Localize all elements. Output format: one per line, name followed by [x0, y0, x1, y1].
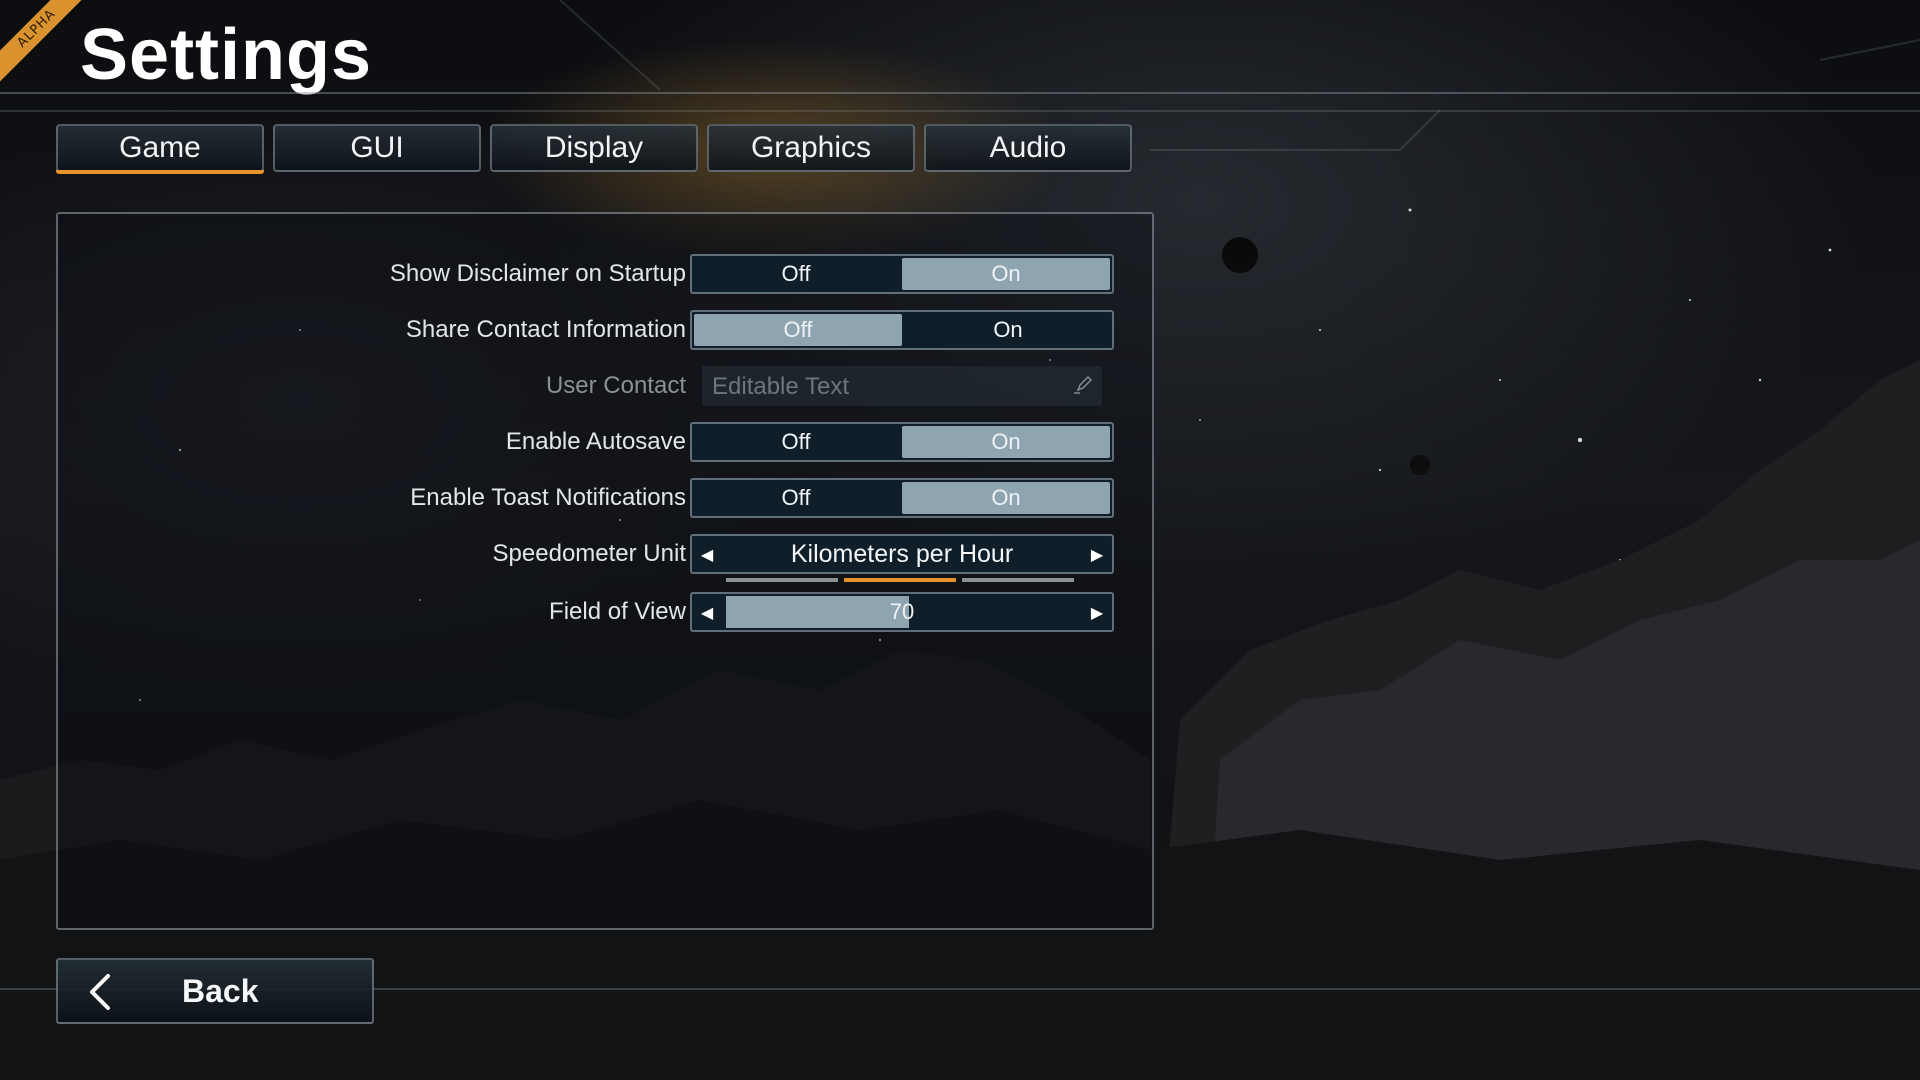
enable-toast-off-option[interactable]: Off — [692, 480, 900, 516]
setting-row-enable-toast: Enable Toast Notifications Off On — [58, 478, 1156, 518]
speedometer-option-indicator — [726, 578, 1074, 582]
speedometer-unit-label: Speedometer Unit — [492, 540, 686, 567]
page-title: Settings — [80, 15, 373, 95]
header-divider-lower — [0, 110, 1920, 112]
speedometer-next-arrow-icon[interactable]: ▶ — [1082, 536, 1112, 572]
pencil-icon — [1074, 376, 1092, 394]
enable-toast-label: Enable Toast Notifications — [410, 484, 686, 511]
setting-row-enable-autosave: Enable Autosave Off On — [58, 422, 1156, 462]
enable-autosave-toggle: Off On — [690, 422, 1114, 462]
field-of-view-slider: ◀ 70 ▶ — [690, 592, 1114, 632]
tab-audio[interactable]: Audio — [924, 124, 1132, 172]
fov-increase-arrow-icon[interactable]: ▶ — [1082, 594, 1112, 630]
enable-autosave-on-option[interactable]: On — [902, 426, 1110, 458]
settings-tab-bar: Game GUI Display Graphics Audio — [56, 124, 1132, 174]
fov-slider-track[interactable]: 70 — [726, 596, 1078, 628]
user-contact-value: Editable Text — [712, 373, 849, 400]
setting-row-show-disclaimer: Show Disclaimer on Startup Off On — [58, 254, 1156, 294]
speedometer-unit-selector: ◀ Kilometers per Hour ▶ — [690, 534, 1114, 574]
share-contact-label: Share Contact Information — [405, 316, 686, 343]
setting-row-field-of-view: Field of View ◀ 70 ▶ — [58, 592, 1156, 632]
header-divider — [0, 92, 1920, 94]
back-button[interactable]: Back — [56, 958, 374, 1024]
share-contact-on-option[interactable]: On — [904, 312, 1112, 348]
game-settings-panel: Show Disclaimer on Startup Off On Share … — [56, 212, 1154, 930]
share-contact-toggle: Off On — [690, 310, 1114, 350]
tab-game[interactable]: Game — [56, 124, 264, 174]
settings-screen: ALPHA Settings Game GUI Display Graphics… — [0, 0, 1920, 1080]
tab-display[interactable]: Display — [490, 124, 698, 172]
setting-row-user-contact: User Contact Editable Text — [58, 366, 1156, 406]
show-disclaimer-label: Show Disclaimer on Startup — [389, 260, 686, 287]
speedometer-prev-arrow-icon[interactable]: ◀ — [692, 536, 722, 572]
enable-toast-on-option[interactable]: On — [902, 482, 1110, 514]
enable-autosave-off-option[interactable]: Off — [692, 424, 900, 460]
speedometer-unit-value: Kilometers per Hour — [790, 540, 1014, 568]
user-contact-field[interactable]: Editable Text — [702, 366, 1102, 406]
show-disclaimer-off-option[interactable]: Off — [692, 256, 900, 292]
setting-row-share-contact: Share Contact Information Off On — [58, 310, 1156, 350]
tab-gui[interactable]: GUI — [273, 124, 481, 172]
setting-row-speedometer-unit: Speedometer Unit ◀ Kilometers per Hour ▶ — [58, 534, 1156, 582]
enable-autosave-label: Enable Autosave — [505, 428, 686, 455]
chevron-left-icon — [90, 974, 110, 1010]
tab-graphics[interactable]: Graphics — [707, 124, 915, 172]
fov-decrease-arrow-icon[interactable]: ◀ — [692, 594, 722, 630]
show-disclaimer-toggle: Off On — [690, 254, 1114, 294]
back-label: Back — [182, 973, 259, 1009]
enable-toast-toggle: Off On — [690, 478, 1114, 518]
speedometer-option-dot — [726, 578, 838, 582]
speedometer-option-dot — [962, 578, 1074, 582]
field-of-view-label: Field of View — [549, 598, 686, 625]
share-contact-off-option[interactable]: Off — [694, 314, 902, 346]
show-disclaimer-on-option[interactable]: On — [902, 258, 1110, 290]
fov-value: 70 — [889, 599, 915, 624]
speedometer-option-dot-active — [844, 578, 956, 582]
user-contact-label: User Contact — [545, 372, 686, 399]
